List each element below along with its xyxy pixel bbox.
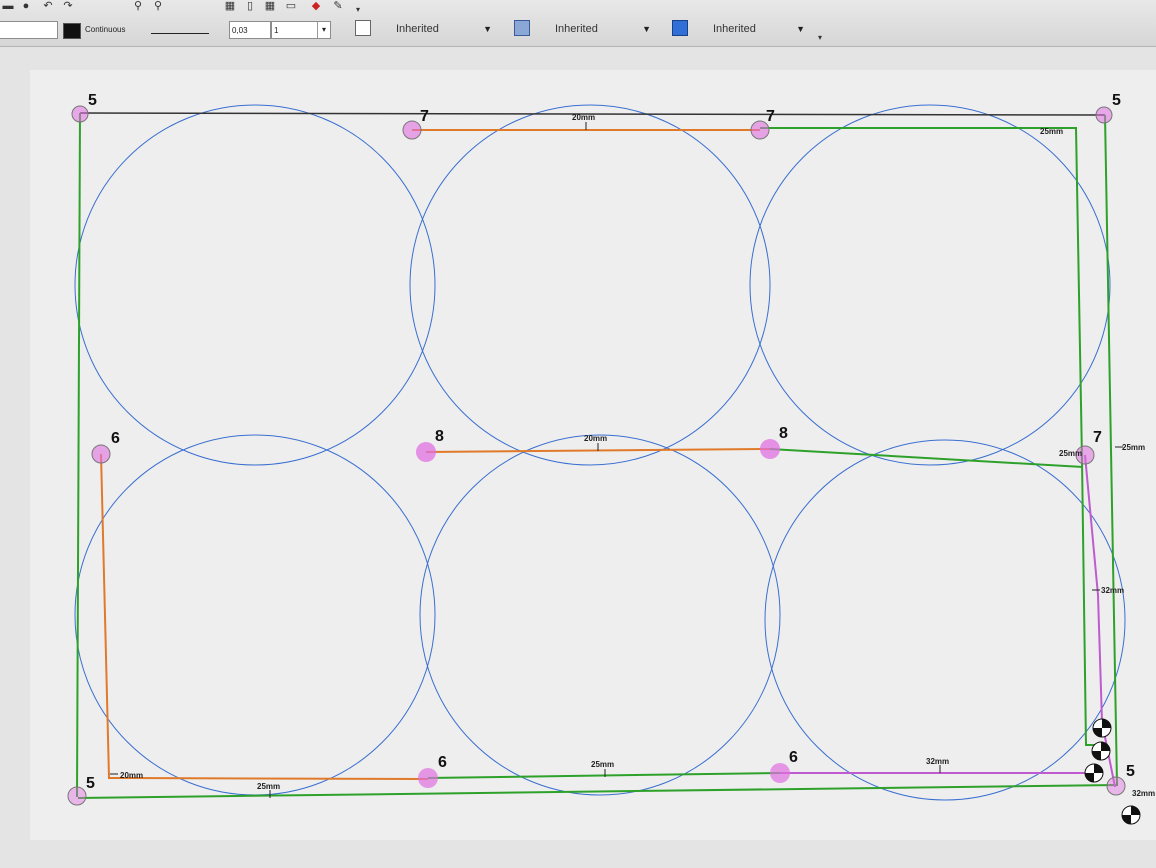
linetype-field[interactable]: Continuous bbox=[83, 21, 227, 39]
toolbar: ▬ ● ↶ ↷ ⚲ ⚲ ▦ ▯ ▦ ▭ ◆ ✎ ▾ Continuous 0,0… bbox=[0, 0, 1156, 47]
toolbar-overflow-icon[interactable]: ▾ bbox=[812, 32, 828, 44]
lineweight-value: 0,03 bbox=[232, 26, 248, 35]
print-icon[interactable]: ▬ bbox=[0, 0, 16, 12]
linetype-preview bbox=[151, 33, 209, 34]
zoom-extents-icon[interactable]: ⚲ bbox=[150, 0, 166, 12]
node-label: 6 bbox=[111, 430, 120, 447]
node-marker[interactable] bbox=[1106, 776, 1126, 796]
target-marker-icon[interactable] bbox=[1121, 805, 1141, 825]
node-label: 8 bbox=[435, 428, 444, 445]
save-icon[interactable]: ● bbox=[18, 0, 34, 12]
dimension-label: 25mm bbox=[1059, 449, 1082, 458]
node-label: 8 bbox=[779, 425, 788, 442]
undo-icon[interactable]: ↶ bbox=[40, 0, 56, 12]
node-label: 5 bbox=[1112, 92, 1121, 109]
zoom-window-icon[interactable]: ⚲ bbox=[130, 0, 146, 12]
lineweight-dropdown[interactable]: Inherited ▼ bbox=[713, 18, 805, 40]
node-marker[interactable] bbox=[402, 120, 422, 140]
node-label: 7 bbox=[766, 108, 775, 125]
target-marker-icon[interactable] bbox=[1091, 741, 1111, 761]
layer-field[interactable] bbox=[0, 21, 58, 39]
color-swatch[interactable] bbox=[63, 23, 81, 39]
chevron-down-icon: ▼ bbox=[796, 24, 805, 34]
linetype-dropdown[interactable]: Inherited ▼ bbox=[555, 18, 651, 40]
node-marker[interactable] bbox=[770, 763, 790, 783]
toolbar-overflow-icon[interactable]: ▾ bbox=[350, 4, 366, 16]
scale-value: 1 bbox=[274, 26, 279, 35]
node-label: 6 bbox=[438, 754, 447, 771]
drawing-sheet[interactable]: 5 7 7 5 6 8 8 7 5 6 6 5 20mm 20mm 25mm 2… bbox=[0, 47, 1156, 868]
layer-icon[interactable]: ▭ bbox=[283, 0, 299, 12]
dimension-label: 20mm bbox=[584, 434, 607, 443]
chevron-down-icon: ▼ bbox=[483, 24, 492, 34]
scale-field[interactable]: 1 ▾ bbox=[271, 21, 331, 39]
chevron-down-icon: ▼ bbox=[642, 24, 651, 34]
dimension-label: 25mm bbox=[1040, 127, 1063, 136]
node-label: 5 bbox=[88, 92, 97, 109]
redo-icon[interactable]: ↷ bbox=[60, 0, 76, 12]
page-icon[interactable]: ▯ bbox=[242, 0, 258, 12]
node-label: 5 bbox=[86, 775, 95, 792]
node-label: 6 bbox=[789, 749, 798, 766]
paper-area bbox=[30, 70, 1156, 840]
target-marker-icon[interactable] bbox=[1084, 763, 1104, 783]
dimension-label: 20mm bbox=[120, 771, 143, 780]
color-dropdown[interactable]: Inherited ▼ bbox=[396, 18, 492, 40]
dimension-label: 32mm bbox=[926, 757, 949, 766]
dimension-label: 32mm bbox=[1101, 586, 1124, 595]
node-marker[interactable] bbox=[67, 786, 87, 806]
node-label: 7 bbox=[1093, 429, 1102, 446]
lineweight-field[interactable]: 0,03 bbox=[229, 21, 271, 39]
linetype-dropdown-label: Inherited bbox=[555, 23, 598, 35]
eraser-icon[interactable]: ◆ bbox=[308, 0, 324, 12]
grid-icon[interactable]: ▦ bbox=[222, 0, 238, 12]
node-marker[interactable] bbox=[1095, 106, 1113, 124]
color-box-icon bbox=[355, 20, 371, 36]
node-marker[interactable] bbox=[418, 768, 438, 788]
scale-dropdown-icon[interactable]: ▾ bbox=[317, 22, 330, 38]
dimension-label: 20mm bbox=[572, 113, 595, 122]
dimension-label: 25mm bbox=[591, 760, 614, 769]
target-marker-icon[interactable] bbox=[1092, 718, 1112, 738]
node-marker[interactable] bbox=[71, 105, 89, 123]
dimension-label: 32mm bbox=[1132, 789, 1155, 798]
dimension-label: 25mm bbox=[1122, 443, 1145, 452]
drawing-canvas[interactable]: 5 7 7 5 6 8 8 7 5 6 6 5 20mm 20mm 25mm 2… bbox=[0, 47, 1156, 868]
node-marker[interactable] bbox=[91, 444, 111, 464]
node-label: 5 bbox=[1126, 763, 1135, 780]
color-dropdown-label: Inherited bbox=[396, 23, 439, 35]
node-label: 7 bbox=[420, 108, 429, 125]
lineweight-box-icon bbox=[672, 20, 688, 36]
linetype-label: Continuous bbox=[85, 25, 126, 34]
table-icon[interactable]: ▦ bbox=[262, 0, 278, 12]
dimension-label: 25mm bbox=[257, 782, 280, 791]
node-marker[interactable] bbox=[416, 442, 436, 462]
linetype-box-icon bbox=[514, 20, 530, 36]
lineweight-dropdown-label: Inherited bbox=[713, 23, 756, 35]
node-marker[interactable] bbox=[760, 439, 780, 459]
properties-icon[interactable]: ✎ bbox=[330, 0, 346, 12]
